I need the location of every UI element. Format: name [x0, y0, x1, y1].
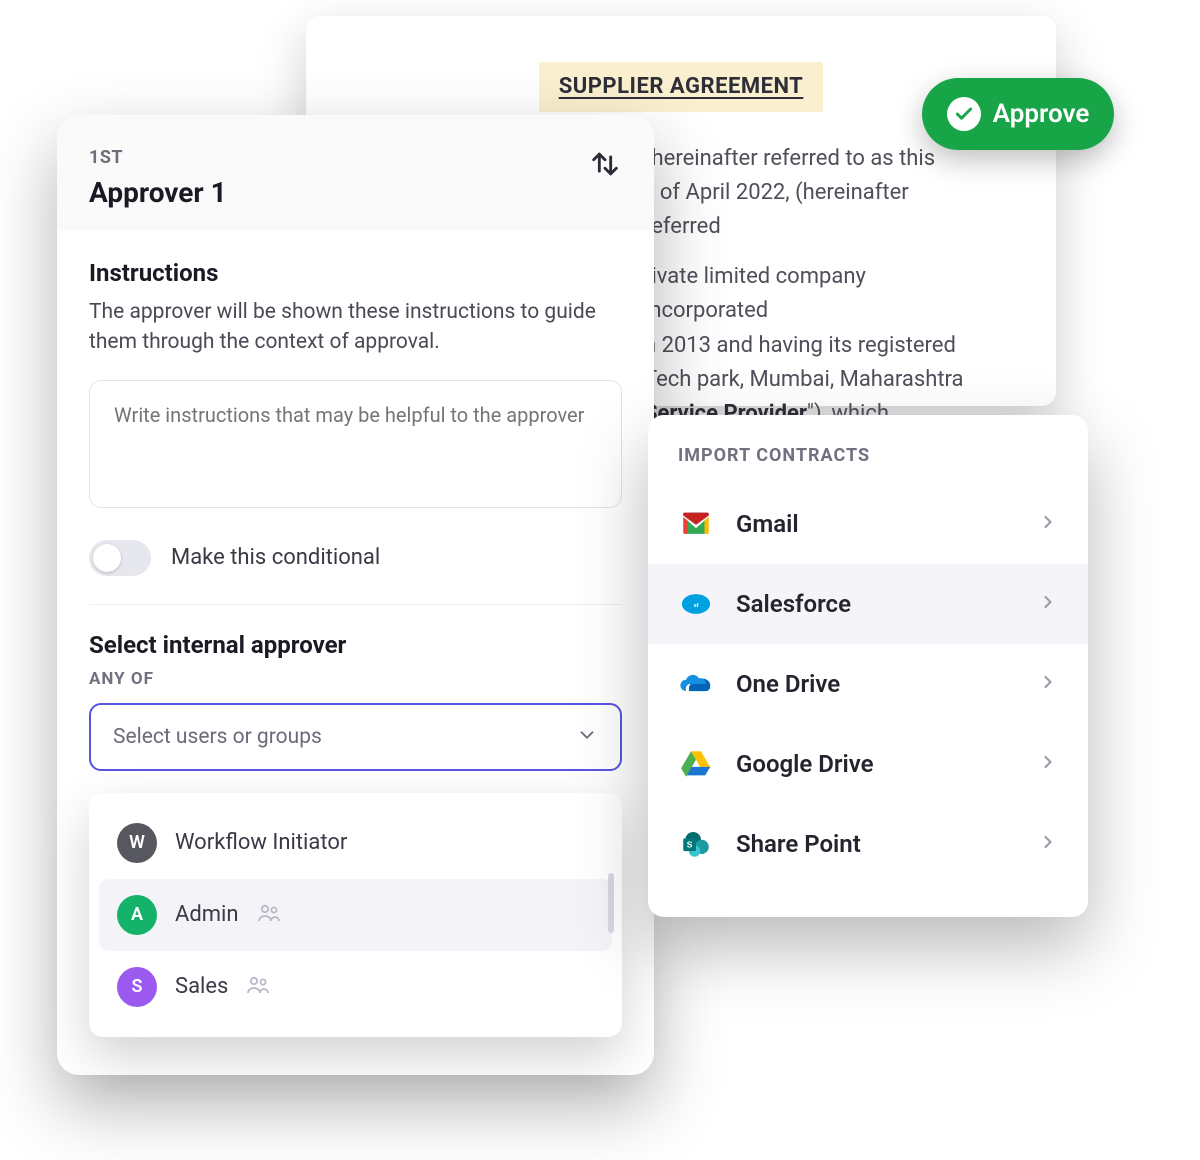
- document-title: SUPPLIER AGREEMENT: [539, 62, 824, 112]
- onedrive-icon: [678, 666, 714, 702]
- import-panel: IMPORT CONTRACTS Gmail sf Salesforce One…: [648, 415, 1088, 917]
- approver-dropdown: W Workflow Initiator A Admin S Sales: [89, 793, 622, 1037]
- select-placeholder: Select users or groups: [113, 725, 322, 749]
- chevron-right-icon: [1038, 832, 1058, 856]
- avatar: W: [117, 823, 157, 863]
- instructions-input[interactable]: [89, 380, 622, 508]
- approve-label: Approve: [993, 99, 1090, 129]
- import-heading: IMPORT CONTRACTS: [648, 415, 1088, 484]
- approver-panel: 1ST Approver 1 Instructions The approver…: [57, 115, 654, 1075]
- conditional-label: Make this conditional: [171, 545, 380, 570]
- dropdown-option[interactable]: W Workflow Initiator: [99, 807, 612, 879]
- option-label: Sales: [175, 974, 228, 999]
- chevron-right-icon: [1038, 672, 1058, 696]
- import-item-label: Google Drive: [736, 750, 874, 778]
- salesforce-icon: sf: [678, 586, 714, 622]
- avatar: A: [117, 895, 157, 935]
- option-label: Workflow Initiator: [175, 830, 347, 855]
- import-item-label: Salesforce: [736, 590, 851, 618]
- group-icon: [246, 973, 270, 1001]
- import-item-sharepoint[interactable]: S Share Point: [648, 804, 1088, 884]
- instructions-desc: The approver will be shown these instruc…: [89, 297, 622, 358]
- any-of-label: ANY OF: [89, 669, 622, 689]
- approve-button[interactable]: Approve: [922, 78, 1114, 150]
- import-item-label: Gmail: [736, 510, 799, 538]
- import-item-gdrive[interactable]: Google Drive: [648, 724, 1088, 804]
- svg-text:S: S: [687, 840, 693, 850]
- scrollbar[interactable]: [608, 873, 614, 933]
- import-item-gmail[interactable]: Gmail: [648, 484, 1088, 564]
- chevron-right-icon: [1038, 512, 1058, 536]
- import-item-label: One Drive: [736, 670, 840, 698]
- conditional-toggle[interactable]: [89, 540, 151, 576]
- option-label: Admin: [175, 902, 239, 927]
- group-icon: [257, 901, 281, 929]
- import-item-onedrive[interactable]: One Drive: [648, 644, 1088, 724]
- avatar: S: [117, 967, 157, 1007]
- sort-icon[interactable]: [588, 147, 622, 185]
- import-item-salesforce[interactable]: sf Salesforce: [648, 564, 1088, 644]
- import-item-label: Share Point: [736, 830, 861, 858]
- select-approver-heading: Select internal approver: [89, 631, 622, 659]
- chevron-right-icon: [1038, 752, 1058, 776]
- gmail-icon: [678, 506, 714, 542]
- dropdown-option[interactable]: S Sales: [99, 951, 612, 1023]
- svg-text:sf: sf: [693, 603, 698, 609]
- chevron-down-icon: [576, 724, 598, 750]
- approver-title: Approver 1: [89, 176, 227, 209]
- gdrive-icon: [678, 746, 714, 782]
- chevron-right-icon: [1038, 592, 1058, 616]
- instructions-heading: Instructions: [89, 259, 622, 287]
- dropdown-option[interactable]: A Admin: [99, 879, 612, 951]
- approver-select[interactable]: Select users or groups: [89, 703, 622, 771]
- approver-step: 1ST: [89, 147, 227, 168]
- sharepoint-icon: S: [678, 826, 714, 862]
- check-circle-icon: [947, 97, 981, 131]
